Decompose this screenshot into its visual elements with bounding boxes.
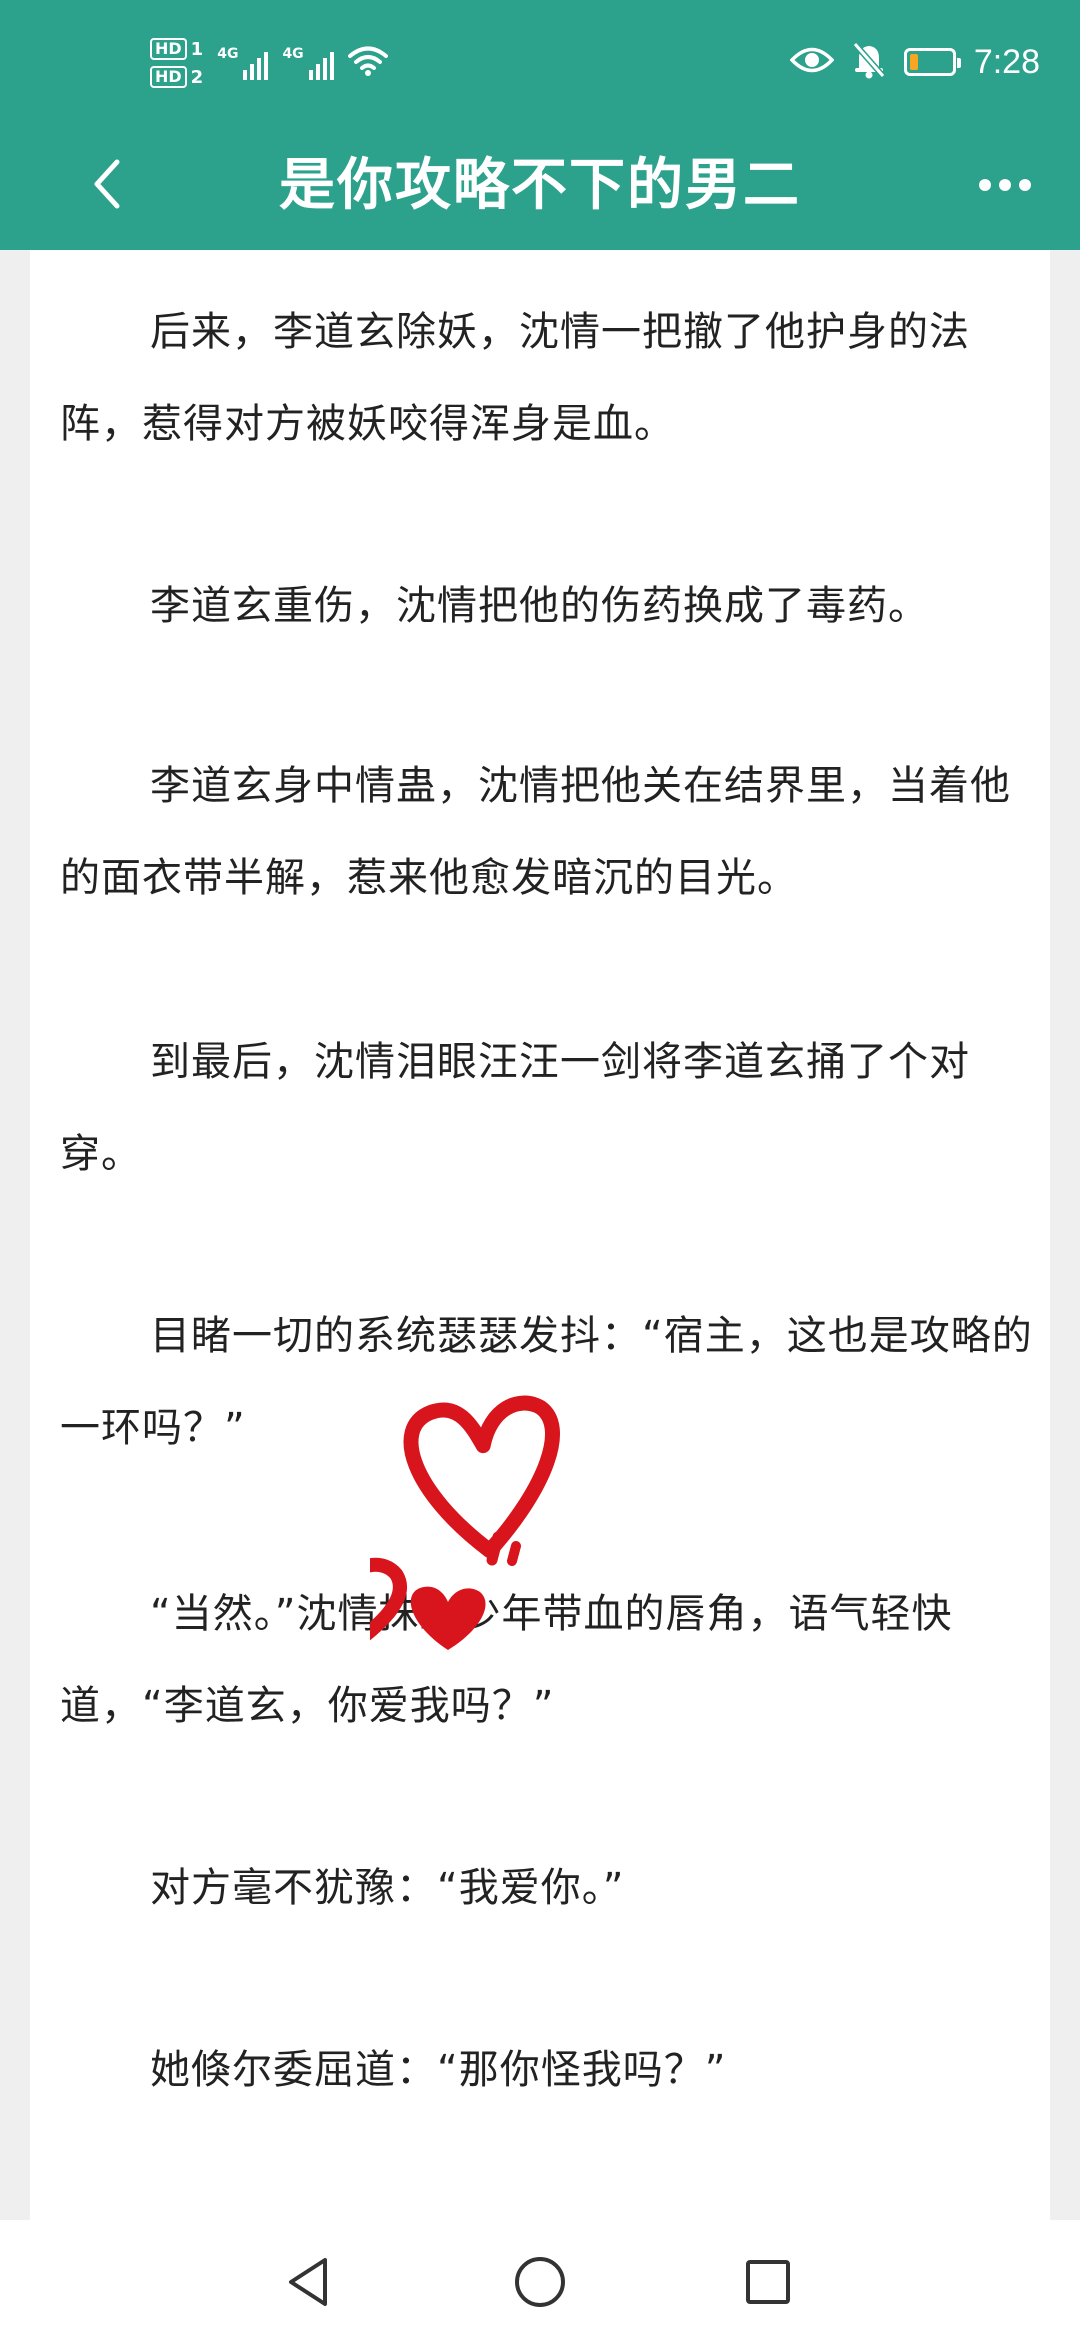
sim2-indicator: HD 2 <box>150 66 203 88</box>
status-right: 7:28 <box>789 34 1040 90</box>
back-triangle-icon <box>289 2258 327 2306</box>
nav-home-button[interactable] <box>500 2242 580 2322</box>
more-button[interactable] <box>970 150 1040 220</box>
reading-area[interactable]: 后来，李道玄除妖，沈情一把撤了他护身的法阵，惹得对方被妖咬得浑身是血。 李道玄重… <box>30 250 1050 2220</box>
battery-level <box>909 54 918 70</box>
more-dots-icon <box>979 179 1031 191</box>
paragraph: 李道玄身中情蛊，沈情把他关在结界里，当着他的面衣带半解，惹来他愈发暗沉的目光。 <box>60 763 1011 901</box>
status-left: HD 1 HD 2 4G 4G <box>150 28 388 98</box>
page-title: 是你攻略不下的男二 <box>279 153 801 218</box>
status-bar: HD 1 HD 2 4G 4G 7:28 <box>0 0 1080 120</box>
bell-off-icon <box>852 41 886 83</box>
signal-1-icon: 4G <box>217 46 269 80</box>
app-header: HD 1 HD 2 4G 4G 7:28 是你攻略不下的男二 <box>0 0 1080 250</box>
network1-label: 4G <box>217 46 239 62</box>
nav-recents-button[interactable] <box>728 2242 808 2322</box>
sim1-indicator: HD 1 <box>150 38 203 60</box>
system-nav-bar <box>0 2220 1080 2339</box>
paragraph: 对方毫不犹豫：“我爱你。” <box>150 1865 625 1911</box>
network2-label: 4G <box>282 46 304 62</box>
battery-icon <box>903 48 961 76</box>
paragraph: 李道玄重伤，沈情把他的伤药换成了毒药。 <box>150 583 929 629</box>
sim-indicators: HD 1 HD 2 <box>150 38 203 88</box>
paragraph: 到最后，沈情泪眼汪汪一剑将李道玄捅了个对穿。 <box>60 1039 970 1177</box>
home-circle-icon <box>515 2257 565 2307</box>
sim2-slot: 2 <box>190 66 204 88</box>
paragraph: 目睹一切的系统瑟瑟发抖：“宿主，这也是攻略的一环吗？” <box>60 1313 1033 1451</box>
paragraph: “当然。”沈情抹上少年带血的唇角，语气轻快道，“李道玄，你爱我吗？” <box>60 1591 953 1729</box>
sim2-hd-label: HD <box>150 66 187 88</box>
paragraph: 她倏尔委屈道：“那你怪我吗？” <box>150 2047 727 2093</box>
nav-back-button[interactable] <box>268 2242 348 2322</box>
toolbar: 是你攻略不下的男二 <box>0 120 1080 250</box>
sim1-hd-label: HD <box>150 38 187 60</box>
recents-square-icon <box>746 2260 790 2304</box>
wifi-icon <box>347 45 388 81</box>
clock: 7:28 <box>973 42 1040 81</box>
eye-icon <box>789 45 835 79</box>
signal-2-icon: 4G <box>282 46 334 80</box>
sim1-slot: 1 <box>190 38 204 60</box>
paragraph: 后来，李道玄除妖，沈情一把撤了他护身的法阵，惹得对方被妖咬得浑身是血。 <box>60 309 970 447</box>
